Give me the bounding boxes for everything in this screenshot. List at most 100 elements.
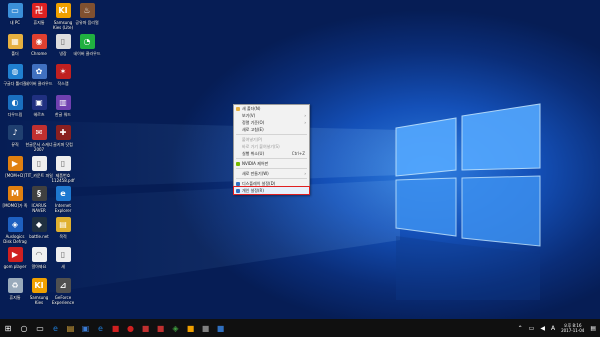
menu-item-label: 보기(V)	[242, 113, 256, 118]
network-icon[interactable]: ▭	[529, 325, 535, 332]
desktop-icon-label: Internet Explorer	[54, 203, 72, 213]
taskbar-edge-button[interactable]: e	[48, 319, 63, 337]
desktop-icon[interactable]: KI Samsung Kies (Lite)	[50, 3, 76, 30]
menu-item-label: 실행 취소(U)	[242, 151, 265, 156]
app-icon: ▶	[7, 247, 23, 262]
desktop-icon[interactable]: ✚ 골키퍼 닷컴	[50, 125, 76, 147]
clock[interactable]: 오후 8:16 2017-11-04	[561, 323, 584, 333]
menu-item[interactable]: 정렬 기준(O) ›	[234, 119, 309, 126]
desktop[interactable]: ▭ 내 PC 卍 휴지통 KI Samsung Kies (Lite) ♨ 공유마 음리얼 ▦ 폴…	[0, 0, 600, 319]
taskbar-explorer-button[interactable]: ▤	[63, 319, 78, 337]
desktop-icon[interactable]: e Internet Explorer	[50, 186, 76, 213]
menu-item[interactable]: 디스플레이 설정(D)	[234, 180, 309, 187]
clock-date: 2017-11-04	[561, 328, 585, 333]
taskbar-app3-button[interactable]: ■	[138, 319, 153, 337]
desktop-icon[interactable]: ◔ 네이버 클라우드	[73, 33, 101, 56]
app3-icon: ■	[141, 323, 150, 333]
volume-icon[interactable]: ◀	[540, 325, 545, 332]
app-icon: ✿	[31, 64, 47, 79]
menu-item[interactable]: 보기(V) ›	[234, 112, 309, 119]
app8-icon: ■	[216, 323, 225, 333]
app-icon: ◐	[7, 94, 23, 110]
desktop-icon[interactable]: ✉ 한글문서 스캐너 2007	[25, 125, 53, 152]
taskbar-app8-button[interactable]: ■	[213, 319, 228, 337]
submenu-arrow-icon: ›	[304, 120, 306, 125]
app-icon: e	[55, 186, 71, 201]
desktop-icon[interactable]: ▯ 제품번호 112458.pdf	[50, 155, 76, 183]
context-menu: 새 폴더(N) 보기(V) › 정렬 기준(O) › 새로 고침(E) 붙여넣기(P) 바로 …	[233, 104, 310, 195]
taskbar-pinned: ⊞ ○ ▭ e ▤ ▣ e ■ ● ■ ■ ◈ ■ ■ ■	[0, 319, 228, 337]
menu-item-icon	[236, 188, 240, 193]
store-icon: ▣	[81, 323, 90, 333]
taskbar-start-button[interactable]: ⊞	[0, 319, 16, 337]
taskbar-task-view-button[interactable]: ▭	[32, 319, 48, 337]
taskbar-app7-button[interactable]: ■	[198, 319, 213, 337]
desktop-icon[interactable]: ♨ 공유마 음리얼	[74, 3, 100, 25]
menu-item[interactable]: NVIDIA 제어판	[234, 160, 309, 167]
menu-item-icon	[236, 181, 240, 186]
desktop-icon-label: 목적	[59, 233, 67, 239]
taskbar-app5-button[interactable]: ◈	[168, 319, 183, 337]
desktop-icon[interactable]: ✶ 작스랩	[50, 64, 76, 86]
menu-item-label: 디스플레이 설정(D)	[242, 181, 276, 186]
menu-item-label: 개인 설정(R)	[242, 188, 264, 193]
desktop-icon[interactable]: ▥ 한글 워드	[50, 94, 76, 117]
app4-icon: ■	[156, 323, 165, 333]
menu-item[interactable]: 새로 만들기(W) ›	[234, 170, 309, 177]
tray-up-arrow-icon[interactable]: ⌃	[518, 325, 523, 332]
menu-item[interactable]: 개인 설정(R)	[233, 186, 310, 195]
desktop-icon-label: 한글 워드	[55, 111, 71, 117]
edge-icon: e	[53, 323, 58, 333]
menu-separator	[236, 134, 307, 135]
app-icon: ▭	[7, 3, 23, 18]
app-icon: ◆	[31, 216, 47, 232]
taskbar-app2-button[interactable]: ●	[123, 319, 138, 337]
menu-item-label: NVIDIA 제어판	[242, 161, 269, 166]
menu-item: 바로 가기 붙여넣기(S)	[234, 143, 309, 150]
app-icon: ▯	[55, 155, 71, 171]
app-icon: ✉	[31, 125, 47, 140]
app-icon: ✚	[55, 125, 71, 140]
app-icon: ▯	[55, 247, 71, 262]
app-icon: ♨	[79, 3, 95, 18]
app-icon: ♻	[7, 277, 23, 293]
submenu-arrow-icon: ›	[304, 171, 306, 176]
taskbar-app6-button[interactable]: ■	[183, 319, 198, 337]
app-icon: ▣	[31, 94, 47, 110]
taskbar-ie-button[interactable]: e	[93, 319, 108, 337]
app-icon: ▥	[55, 94, 71, 110]
app-icon: ✶	[55, 64, 71, 79]
menu-shortcut: Ctrl+Z	[291, 151, 305, 156]
taskbar-search-button[interactable]: ○	[16, 319, 32, 337]
menu-item[interactable]: 새로 고침(E)	[234, 126, 309, 133]
taskbar-app1-button[interactable]: ■	[108, 319, 123, 337]
desktop-icon[interactable]: ◈ Auslogics Disk Defrag	[2, 216, 28, 244]
desktop-icon[interactable]: ⊿ GeForce Experience	[50, 277, 76, 305]
system-tray: ⌃ ▭ ◀ A 오후 8:16 2017-11-04 ▤	[515, 319, 600, 337]
desktop-icon-label: GeForce Experience	[51, 294, 75, 305]
menu-item[interactable]: 새 폴더(N)	[234, 105, 309, 112]
menu-separator	[236, 168, 307, 169]
desktop-icon-label: 공유마 음리얼	[75, 20, 99, 25]
desktop-icon[interactable]: ▯ 새	[50, 247, 76, 269]
menu-item-label: 새 폴더(N)	[242, 106, 261, 111]
app-icon: ▯	[31, 155, 47, 171]
app-icon: ▯	[55, 33, 71, 49]
start-icon: ⊞	[4, 323, 12, 333]
desktop-icon[interactable]: ▤ 목적	[50, 216, 76, 239]
menu-item-label: 정렬 기준(O)	[242, 120, 265, 125]
menu-separator	[236, 158, 307, 159]
app-icon: KI	[31, 277, 47, 293]
desktop-icon-label: 작스랩	[57, 81, 69, 86]
menu-item-label: 붙여넣기(P)	[242, 137, 263, 142]
app-icon: ▶	[7, 155, 23, 171]
notification-icon[interactable]: ▤	[590, 325, 596, 332]
explorer-icon: ▤	[66, 323, 75, 333]
app-icon: ⊿	[55, 277, 71, 293]
app2-icon: ●	[127, 323, 134, 333]
taskbar-app4-button[interactable]: ■	[153, 319, 168, 337]
ime-indicator[interactable]: A	[551, 325, 555, 332]
taskbar-store-button[interactable]: ▣	[78, 319, 93, 337]
menu-item[interactable]: 실행 취소(U) Ctrl+Z	[234, 150, 309, 157]
menu-item-label: 새로 고침(E)	[242, 127, 264, 132]
